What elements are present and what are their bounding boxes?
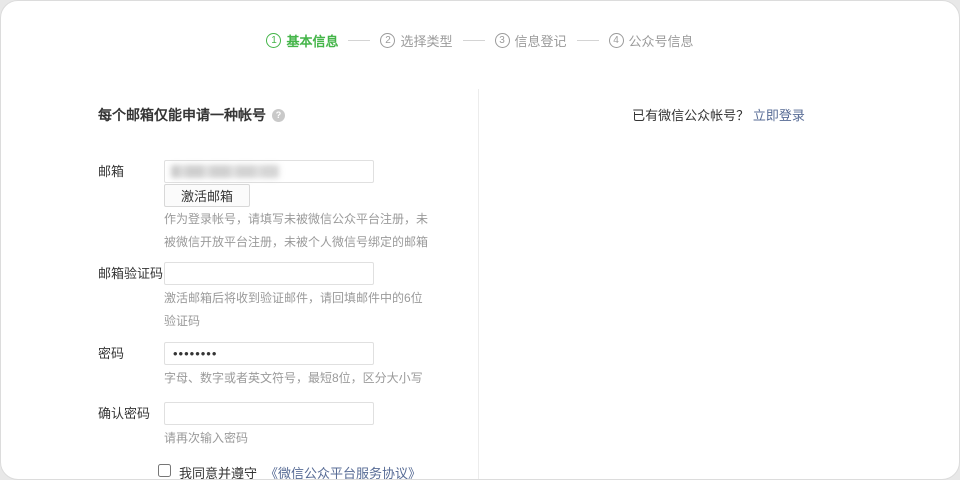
help-icon[interactable]: ? xyxy=(272,109,285,122)
step-1-label: 基本信息 xyxy=(286,31,338,50)
existing-account-area: 已有微信公众帐号？ 立即登录 xyxy=(478,105,959,124)
form-title: 每个邮箱仅能申请一种帐号 ? xyxy=(98,105,285,125)
step-3-circle-icon: 3 xyxy=(495,33,510,48)
step-choose-type: 2 选择类型 xyxy=(380,31,452,50)
password-row: 密码 xyxy=(98,342,374,365)
step-connector xyxy=(348,40,370,41)
email-label: 邮箱 xyxy=(98,160,164,183)
password-helper-text: 字母、数字或者英文符号，最短8位，区分大小写 xyxy=(164,367,444,390)
redacted-email-value xyxy=(171,165,279,178)
form-title-text: 每个邮箱仅能申请一种帐号 xyxy=(98,105,266,125)
step-connector xyxy=(463,40,485,41)
existing-account-text: 已有微信公众帐号？ xyxy=(632,108,749,123)
password-label: 密码 xyxy=(98,342,164,365)
agreement-text: 我同意并遵守 xyxy=(179,463,257,480)
registration-stepper: 1 基本信息 2 选择类型 3 信息登记 4 公众号信息 xyxy=(1,31,959,50)
email-code-label: 邮箱验证码 xyxy=(98,262,164,285)
activate-email-row: 激活邮箱 xyxy=(164,184,250,207)
service-agreement-link[interactable]: 《微信公众平台服务协议》 xyxy=(265,463,421,480)
vertical-divider xyxy=(478,89,479,479)
email-helper-text: 作为登录帐号，请填写未被微信公众平台注册，未被微信开放平台注册，未被个人微信号绑… xyxy=(164,208,434,254)
step-3-label: 信息登记 xyxy=(515,31,567,50)
agreement-checkbox[interactable] xyxy=(158,464,171,477)
confirm-password-helper-text: 请再次输入密码 xyxy=(164,427,444,450)
agreement-row: 我同意并遵守 《微信公众平台服务协议》 xyxy=(158,463,421,480)
login-now-link[interactable]: 立即登录 xyxy=(753,108,805,123)
confirm-password-row: 确认密码 xyxy=(98,402,374,425)
activate-email-button[interactable]: 激活邮箱 xyxy=(164,184,250,207)
password-input[interactable] xyxy=(164,342,374,365)
step-1-circle-icon: 1 xyxy=(266,33,281,48)
step-2-circle-icon: 2 xyxy=(380,33,395,48)
step-4-circle-icon: 4 xyxy=(609,33,624,48)
register-card: 1 基本信息 2 选择类型 3 信息登记 4 公众号信息 每个邮箱仅能申请一种帐… xyxy=(0,0,960,480)
confirm-password-label: 确认密码 xyxy=(98,402,164,425)
step-info-registration: 3 信息登记 xyxy=(495,31,567,50)
step-connector xyxy=(577,40,599,41)
step-2-label: 选择类型 xyxy=(400,31,452,50)
step-4-label: 公众号信息 xyxy=(629,31,694,50)
confirm-password-input[interactable] xyxy=(164,402,374,425)
step-account-info: 4 公众号信息 xyxy=(609,31,694,50)
email-code-input[interactable] xyxy=(164,262,374,285)
step-basic-info: 1 基本信息 xyxy=(266,31,338,50)
email-code-helper-text: 激活邮箱后将收到验证邮件，请回填邮件中的6位验证码 xyxy=(164,287,432,333)
email-code-row: 邮箱验证码 xyxy=(98,262,374,285)
